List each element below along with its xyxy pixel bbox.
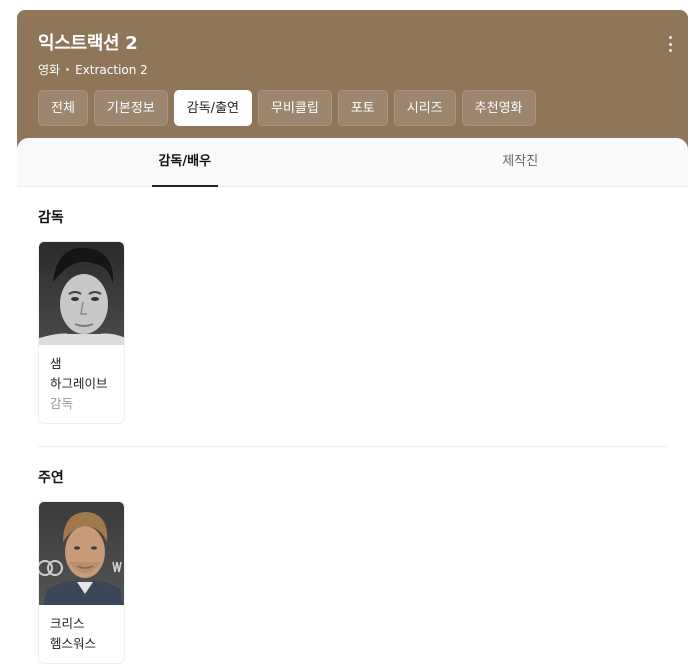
- lead-list: 크리스 헴스워스: [38, 501, 667, 664]
- lead-section: 주연 크리스 헴스워스: [17, 447, 688, 664]
- subtab-crew[interactable]: 제작진: [353, 138, 689, 186]
- tab-cast[interactable]: 감독/출연: [173, 90, 252, 126]
- subtab-director-actors[interactable]: 감독/배우: [17, 138, 353, 187]
- main-tabs: 전체 기본정보 감독/출연 무비클립 포토 시리즈 추천영화: [38, 90, 667, 126]
- subtitle: 영화 Extraction 2: [38, 61, 667, 78]
- tab-series[interactable]: 시리즈: [393, 90, 456, 126]
- movie-info-window: 익스트랙션 2 영화 Extraction 2 전체 기본정보 감독/출연 무비…: [17, 10, 688, 670]
- sub-tabs: 감독/배우 제작진: [17, 138, 688, 187]
- person-name: 샘 하그레이브: [50, 356, 108, 391]
- section-title-lead: 주연: [38, 470, 64, 486]
- person-card[interactable]: 크리스 헴스워스: [38, 501, 125, 664]
- separator-dot: [66, 68, 70, 71]
- english-title: Extraction 2: [75, 62, 148, 77]
- tab-recommended[interactable]: 추천영화: [461, 90, 536, 126]
- tab-photos[interactable]: 포토: [337, 90, 388, 126]
- person-role: 감독: [50, 396, 74, 411]
- card-body: 크리스 헴스워스: [39, 605, 124, 663]
- tab-movie-clips[interactable]: 무비클립: [258, 90, 332, 126]
- header: 익스트랙션 2 영화 Extraction 2 전체 기본정보 감독/출연 무비…: [17, 10, 688, 138]
- section-title-director: 감독: [38, 210, 64, 226]
- person-card[interactable]: 샘 하그레이브 감독: [38, 241, 125, 424]
- director-list: 샘 하그레이브 감독: [38, 241, 667, 424]
- card-body: 샘 하그레이브 감독: [39, 345, 124, 423]
- page-title: 익스트랙션 2: [38, 33, 138, 54]
- tab-all[interactable]: 전체: [38, 90, 88, 126]
- director-photo: [39, 242, 124, 345]
- person-name: 크리스 헴스워스: [50, 616, 97, 651]
- actor-photo: [39, 502, 124, 605]
- director-section: 감독 샘 하그레이브 감독: [17, 187, 688, 424]
- category-label: 영화: [38, 63, 61, 77]
- more-vertical-icon[interactable]: [666, 36, 674, 52]
- content-panel: 감독/배우 제작진 감독 샘 하그레이브 감독 주연 크리스 헴스워스: [17, 138, 688, 670]
- tab-basic-info[interactable]: 기본정보: [93, 90, 168, 126]
